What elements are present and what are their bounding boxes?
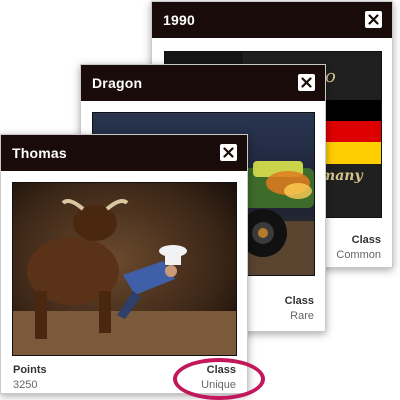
- class-label: Class: [206, 364, 236, 376]
- card-header: Thomas: [1, 135, 247, 171]
- close-icon: [223, 147, 234, 158]
- card-title: Dragon: [92, 75, 143, 91]
- close-button[interactable]: [365, 11, 382, 28]
- close-button[interactable]: [220, 144, 237, 161]
- class-label: Class: [284, 295, 314, 307]
- card-photo: [13, 183, 236, 355]
- card-header: Dragon: [81, 65, 325, 101]
- card-header: 1990: [152, 2, 392, 38]
- points-label: Points: [13, 364, 47, 376]
- card-thomas[interactable]: Thomas Points 3250 Class Unique: [0, 134, 248, 394]
- close-button[interactable]: [298, 74, 315, 91]
- close-icon: [301, 77, 312, 88]
- class-value: Rare: [290, 310, 314, 322]
- class-label: Class: [351, 234, 381, 246]
- class-value: Unique: [201, 379, 236, 391]
- photo-text-top: o: [325, 66, 336, 87]
- class-value: Common: [336, 249, 381, 261]
- close-icon: [368, 14, 379, 25]
- points-value: 3250: [13, 379, 38, 391]
- card-title: 1990: [163, 12, 195, 28]
- card-title: Thomas: [12, 145, 67, 161]
